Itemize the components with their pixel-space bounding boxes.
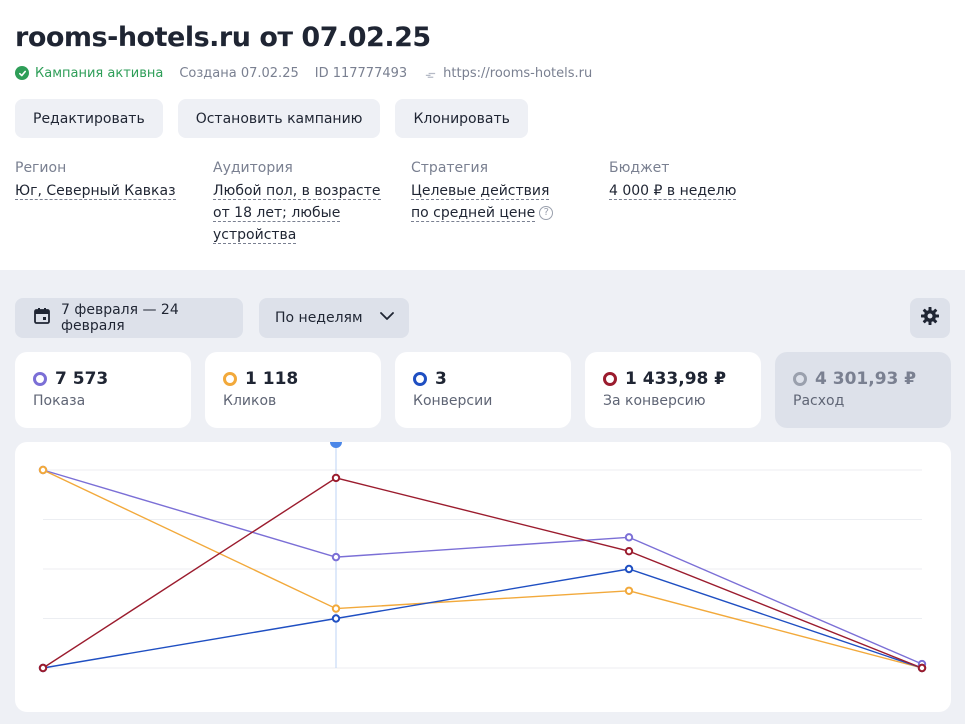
data-point	[624, 586, 634, 595]
series-marker-icon	[603, 372, 617, 386]
campaign-actions: Редактировать Остановить кампанию Клонир…	[15, 99, 950, 138]
hover-marker-icon	[330, 442, 342, 448]
data-point	[917, 663, 927, 673]
campaign-meta: Кампания активна Создана 07.02.25 ID 117…	[15, 64, 950, 82]
status-badge: Кампания активна	[15, 66, 163, 81]
site-url[interactable]: https://rooms-hotels.ru	[443, 66, 592, 81]
metric-value: 3	[435, 369, 447, 389]
data-point	[624, 546, 634, 556]
stop-campaign-button[interactable]: Остановить кампанию	[177, 99, 381, 138]
date-range-picker[interactable]: 7 февраля — 24 февраля	[15, 298, 243, 338]
edit-button[interactable]: Редактировать	[15, 99, 163, 138]
period-select[interactable]: По неделям	[259, 298, 409, 338]
clone-button[interactable]: Клонировать	[395, 99, 528, 138]
series-marker-icon	[413, 372, 427, 386]
metric-value: 7 573	[55, 369, 109, 389]
status-text: Кампания активна	[35, 65, 164, 81]
data-point	[38, 663, 48, 673]
period-text: По неделям	[275, 310, 363, 326]
audience-label: Аудитория	[213, 160, 293, 176]
metric-label: Конверсии	[413, 393, 493, 409]
metric-value: 1 433,98 ₽	[625, 369, 727, 389]
metric-label: За конверсию	[603, 393, 706, 409]
chevron-down-icon	[379, 308, 395, 328]
strategy-value-line1[interactable]: Целевые действия	[411, 183, 550, 200]
region-label: Регион	[15, 160, 67, 176]
data-point	[331, 604, 341, 613]
strategy-label: Стратегия	[411, 160, 489, 176]
stats-section: 7 февраля — 24 февраля По неделям 7 573 …	[0, 270, 965, 724]
data-point	[38, 465, 48, 475]
series-marker-icon	[223, 372, 237, 386]
param-strategy: Стратегия Целевые действия по средней це…	[411, 158, 609, 246]
metric-value: 1 118	[245, 369, 299, 389]
metric-card-spend[interactable]: 4 301,93 ₽ Расход	[775, 352, 951, 428]
check-icon	[15, 66, 29, 80]
series-marker-icon	[793, 372, 807, 386]
gear-icon	[920, 306, 940, 330]
audience-value-line2[interactable]: от 18 лет; любые	[213, 205, 341, 222]
metric-card-conversions[interactable]: 3 Конверсии	[395, 352, 571, 428]
metric-card-impressions[interactable]: 7 573 Показа	[15, 352, 191, 428]
region-value[interactable]: Юг, Северный Кавказ	[15, 183, 176, 200]
data-point	[624, 533, 634, 542]
param-region: Регион Юг, Северный Кавказ	[15, 158, 213, 246]
metric-label: Расход	[793, 393, 845, 409]
site-icon	[423, 66, 437, 80]
data-point	[331, 552, 341, 562]
metric-label: Показа	[33, 393, 86, 409]
stats-chart[interactable]	[15, 442, 951, 712]
date-range-text: 7 февраля — 24 февраля	[61, 302, 179, 334]
stats-toolbar: 7 февраля — 24 февраля По неделям	[15, 298, 950, 338]
data-point	[624, 564, 634, 574]
line-chart	[38, 442, 927, 673]
data-point	[331, 473, 341, 483]
calendar-icon	[33, 307, 51, 329]
metric-label: Кликов	[223, 393, 277, 409]
series-marker-icon	[33, 372, 47, 386]
audience-value-line3[interactable]: устройства	[213, 227, 297, 244]
page-title: rooms-hotels.ru от 07.02.25	[15, 22, 431, 53]
strategy-value-line2[interactable]: по средней цене	[411, 205, 536, 222]
series-line	[42, 469, 923, 665]
param-audience: Аудитория Любой пол, в возрасте от 18 ле…	[213, 158, 411, 246]
campaign-params: Регион Юг, Северный Кавказ Аудитория Люб…	[15, 158, 950, 246]
metric-value: 4 301,93 ₽	[815, 369, 917, 389]
created-date: Создана 07.02.25	[179, 65, 299, 81]
campaign-header: rooms-hotels.ru от 07.02.25 Кампания акт…	[0, 0, 965, 270]
budget-label: Бюджет	[609, 160, 670, 176]
settings-button[interactable]	[910, 298, 950, 338]
metric-card-clicks[interactable]: 1 118 Кликов	[205, 352, 381, 428]
metric-cards: 7 573 Показа 1 118 Кликов 3 Конверсии 1 …	[15, 352, 951, 428]
series-line	[42, 477, 923, 669]
site-link[interactable]: https://rooms-hotels.ru	[423, 66, 592, 81]
budget-value[interactable]: 4 000 ₽ в неделю	[609, 183, 737, 200]
param-budget: Бюджет 4 000 ₽ в неделю	[609, 158, 807, 246]
campaign-id: ID 117777493	[314, 65, 408, 81]
help-icon[interactable]: ?	[539, 206, 554, 220]
metric-card-cost-per-conversion[interactable]: 1 433,98 ₽ За конверсию	[585, 352, 761, 428]
data-point	[331, 614, 341, 623]
audience-value-line1[interactable]: Любой пол, в возрасте	[213, 183, 381, 200]
